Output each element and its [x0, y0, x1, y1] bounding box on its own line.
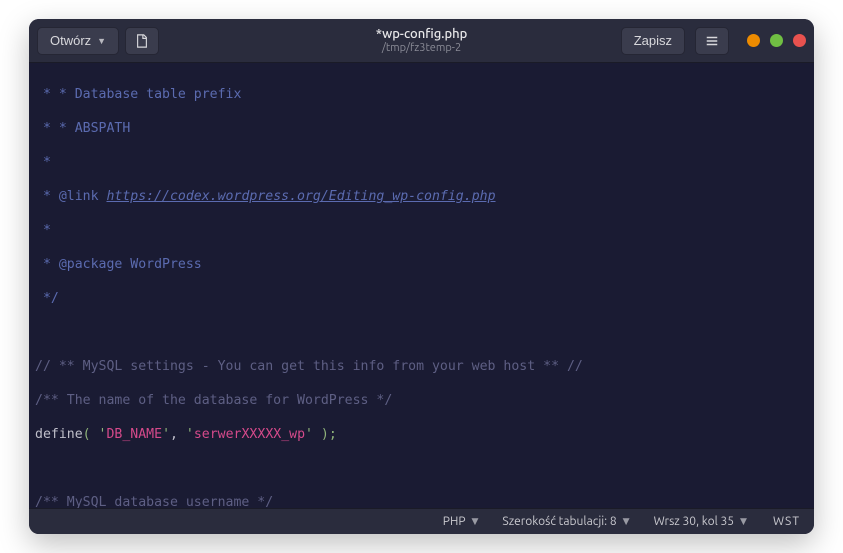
chevron-down-icon: ▼ [740, 516, 747, 527]
hamburger-menu-button[interactable] [695, 27, 729, 55]
chevron-down-icon: ▼ [623, 516, 630, 527]
status-insert-label: WST [773, 515, 800, 528]
code-comment: // ** MySQL settings - You can get this … [35, 359, 583, 374]
save-button-label: Zapisz [634, 33, 672, 48]
close-button[interactable] [793, 34, 806, 47]
chevron-down-icon: ▼ [97, 36, 106, 46]
status-language[interactable]: PHP ▼ [431, 509, 491, 534]
editor-window: Otwórz ▼ *wp-config.php /tmp/fz3temp-2 Z… [29, 19, 814, 534]
status-insert-mode[interactable]: WST [759, 509, 814, 534]
code-text: define [35, 427, 83, 442]
status-tabwidth[interactable]: Szerokość tabulacji: 8 ▼ [490, 509, 641, 534]
status-cursor-label: Wrsz 30, kol 35 [654, 515, 734, 528]
open-button[interactable]: Otwórz ▼ [37, 27, 119, 55]
window-controls [747, 34, 806, 47]
code-const: DB_NAME [106, 427, 162, 442]
chevron-down-icon: ▼ [472, 516, 479, 527]
header-toolbar: Otwórz ▼ *wp-config.php /tmp/fz3temp-2 Z… [29, 19, 814, 63]
code-link: https://codex.wordpress.org/Editing_wp-c… [106, 189, 495, 204]
save-button[interactable]: Zapisz [621, 27, 685, 55]
code-text: */ [35, 291, 59, 306]
hamburger-icon [705, 34, 719, 48]
code-text: * [35, 155, 51, 170]
code-text: * [35, 223, 51, 238]
new-tab-button[interactable] [125, 27, 159, 55]
new-document-icon [135, 34, 149, 48]
code-string: serwerXXXXX_wp [194, 427, 305, 442]
status-bar: PHP ▼ Szerokość tabulacji: 8 ▼ Wrsz 30, … [29, 508, 814, 534]
status-language-label: PHP [443, 515, 466, 528]
code-text: * @link [35, 189, 106, 204]
open-button-label: Otwórz [50, 33, 91, 48]
maximize-button[interactable] [770, 34, 783, 47]
code-text: * * Database table prefix [35, 87, 241, 102]
code-comment: /** MySQL database username */ [35, 495, 273, 508]
code-text: * * ABSPATH [35, 121, 130, 136]
code-text: * @package WordPress [35, 257, 202, 272]
status-cursor-position[interactable]: Wrsz 30, kol 35 ▼ [642, 509, 759, 534]
code-comment: /** The name of the database for WordPre… [35, 393, 392, 408]
minimize-button[interactable] [747, 34, 760, 47]
code-editor[interactable]: * * Database table prefix * * ABSPATH * … [29, 63, 814, 508]
status-tabwidth-label: Szerokość tabulacji: 8 [502, 515, 616, 528]
